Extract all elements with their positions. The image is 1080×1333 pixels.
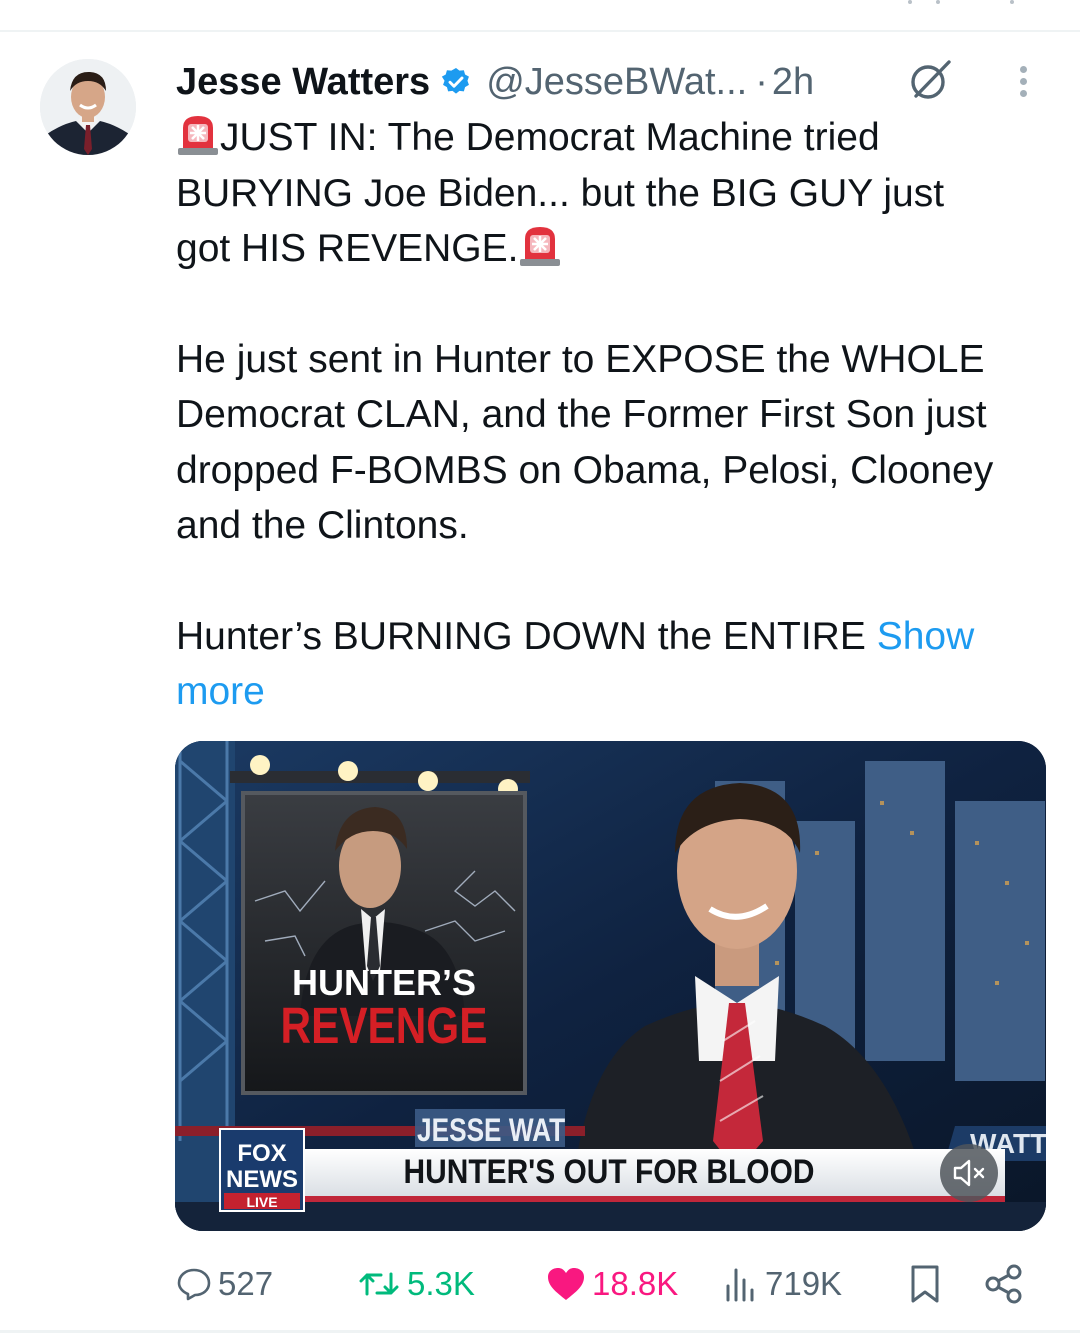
author-handle[interactable]: @JesseBWat... <box>486 61 747 104</box>
logo-fox: FOX <box>237 1140 286 1167</box>
reply-button[interactable]: 527 <box>176 1254 273 1314</box>
views-count: 719K <box>765 1265 843 1302</box>
text-paragraph-3: Hunter’s BURNING DOWN the ENTIRE Show mo… <box>176 609 1056 720</box>
text-line-3-content: got HIS REVENGE. <box>176 227 519 270</box>
verified-badge-icon <box>442 68 470 94</box>
post-text: JUST IN: The Democrat Machine tried BURY… <box>176 110 1056 720</box>
chyron-text: HUNTER'S OUT FOR BLOOD <box>404 1152 815 1190</box>
post-time[interactable]: 2h <box>772 61 814 104</box>
share-button[interactable] <box>984 1254 1030 1314</box>
logo-live: LIVE <box>246 1194 277 1210</box>
top-divider <box>0 30 1080 32</box>
repost-icon <box>359 1272 399 1296</box>
repost-button[interactable]: 5.3K <box>357 1254 475 1314</box>
text-line-2: BURYING Joe Biden... but the BIG GUY jus… <box>176 171 945 215</box>
video-frame: HUNTER’S REVENGE JESSE WAT WATT HUNTER'S… <box>175 741 1046 1231</box>
like-count: 18.8K <box>592 1265 679 1302</box>
action-bar: 527 5.3K 18.8K 719K <box>0 1254 1080 1314</box>
text-paragraph-2: He just sent in Hunter to EXPOSE the WHO… <box>176 337 994 548</box>
previous-post-edge <box>900 0 1020 6</box>
board-title-2: REVENGE <box>281 997 488 1053</box>
repost-count: 5.3K <box>407 1265 475 1302</box>
mute-icon <box>953 1159 985 1187</box>
author-name[interactable]: Jesse Watters <box>176 61 430 104</box>
text-line-1-content: JUST IN: The Democrat Machine tried <box>220 116 880 159</box>
siren-emoji <box>178 116 218 155</box>
share-icon <box>985 1264 1022 1304</box>
bookmark-button[interactable] <box>908 1254 948 1314</box>
like-button[interactable]: 18.8K <box>546 1254 678 1314</box>
text-line-3: got HIS REVENGE. <box>176 221 1056 277</box>
reply-count: 527 <box>218 1265 274 1302</box>
views-button[interactable]: 719K <box>723 1254 842 1314</box>
heart-icon <box>548 1268 584 1300</box>
avatar[interactable] <box>40 59 136 155</box>
mute-button[interactable] <box>940 1144 998 1202</box>
views-icon <box>726 1268 754 1302</box>
text-line-1: JUST IN: The Democrat Machine tried <box>176 110 1056 166</box>
more-icon[interactable] <box>1006 62 1040 102</box>
bookmark-icon <box>911 1265 939 1303</box>
grok-icon[interactable] <box>905 56 953 104</box>
logo-news: NEWS <box>226 1166 298 1193</box>
text-paragraph-3-content: Hunter’s BURNING DOWN the ENTIRE <box>176 614 877 658</box>
separator-dot: · <box>755 60 768 103</box>
lower-third-name: JESSE WAT <box>417 1114 565 1149</box>
reply-icon <box>177 1268 211 1301</box>
post-header: Jesse Watters @JesseBWat... · 2h <box>176 54 814 110</box>
video-player[interactable]: HUNTER’S REVENGE JESSE WAT WATT HUNTER'S… <box>175 741 1046 1231</box>
siren-emoji <box>520 227 561 266</box>
